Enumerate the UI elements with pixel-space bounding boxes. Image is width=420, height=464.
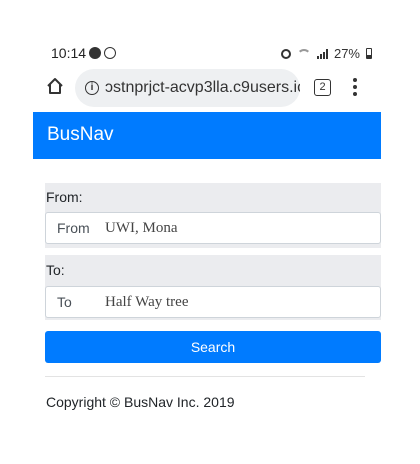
from-prefix: From xyxy=(57,220,90,236)
status-time: 10:14 xyxy=(51,45,87,61)
url-text: ɔstnprjct-acvp3lla.c9users.io xyxy=(105,79,300,96)
alarm-icon xyxy=(280,48,291,59)
search-button[interactable]: Search xyxy=(45,331,381,363)
signal-icon xyxy=(316,48,328,59)
footer-copyright: Copyright © BusNav Inc. 2019 xyxy=(46,394,235,410)
wifi-icon xyxy=(296,48,311,59)
status-right: 27% xyxy=(280,46,372,61)
info-icon[interactable]: i xyxy=(85,81,99,95)
footer-divider xyxy=(45,376,365,377)
to-label: To: xyxy=(46,262,65,278)
from-label: From: xyxy=(46,189,83,205)
notification-icons xyxy=(89,47,116,59)
app-notification-icon xyxy=(89,47,101,59)
battery-icon xyxy=(366,48,372,59)
battery-percent: 27% xyxy=(333,46,360,61)
home-icon[interactable] xyxy=(46,77,64,95)
browser-menu-icon[interactable] xyxy=(352,78,358,96)
address-bar[interactable]: i ɔstnprjct-acvp3lla.c9users.io xyxy=(75,69,300,107)
to-value: Half Way tree xyxy=(105,293,189,310)
to-input[interactable]: To Half Way tree xyxy=(45,286,381,318)
tab-switcher-button[interactable]: 2 xyxy=(314,79,331,96)
from-value: UWI, Mona xyxy=(105,219,178,236)
whatsapp-icon xyxy=(104,47,116,59)
to-prefix: To xyxy=(57,294,72,310)
navbar-brand[interactable]: BusNav xyxy=(47,124,114,146)
from-input[interactable]: From UWI, Mona xyxy=(45,212,381,244)
